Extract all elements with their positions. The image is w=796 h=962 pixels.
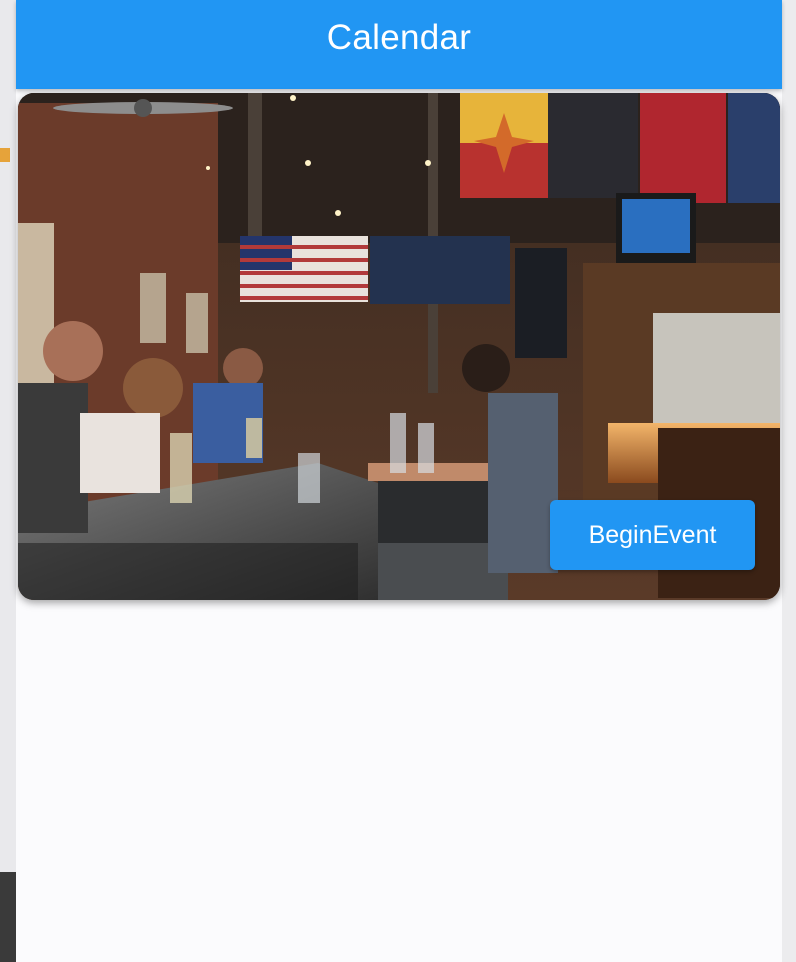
- event-card[interactable]: BeginEvent: [18, 93, 780, 600]
- app-bar-title: Calendar: [326, 17, 472, 57]
- app-bar: Calendar: [16, 0, 782, 89]
- window-scrollbar-track[interactable]: [781, 0, 796, 962]
- background-window-strip: [0, 0, 16, 962]
- background-window-mark: [0, 148, 10, 162]
- app-screen: Calendar BeginEvent: [16, 0, 782, 962]
- background-window-dark-panel: [0, 872, 16, 962]
- begin-event-button[interactable]: BeginEvent: [550, 500, 755, 570]
